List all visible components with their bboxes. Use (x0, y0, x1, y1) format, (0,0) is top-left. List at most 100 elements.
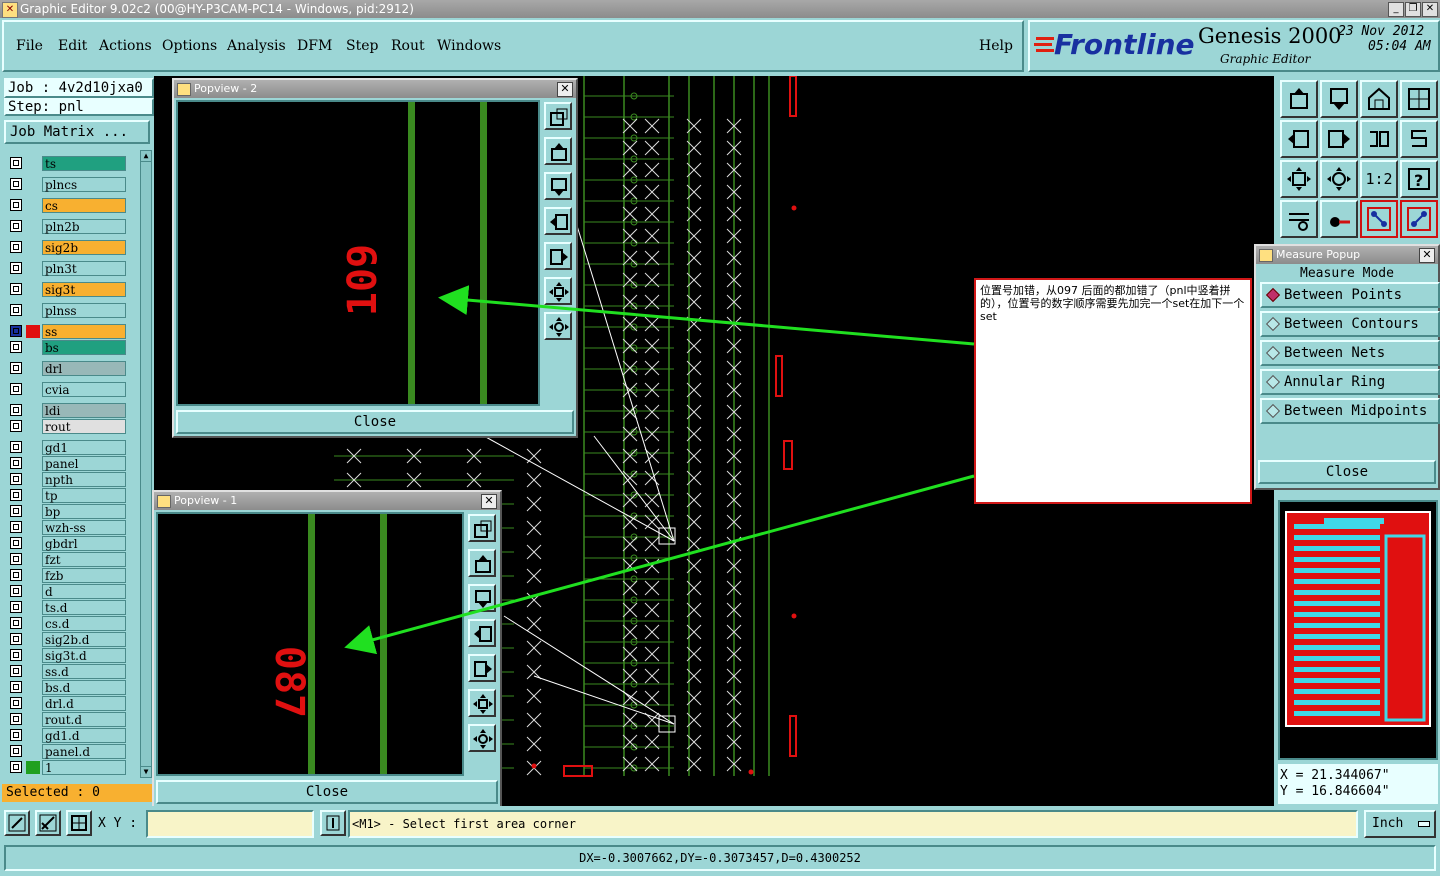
layer-row-1[interactable]: 1 (8, 760, 128, 775)
layer-row-drl[interactable]: drl (8, 361, 128, 376)
measure-close-icon[interactable]: ✕ (1419, 248, 1435, 263)
zoom-center-icon[interactable] (468, 724, 496, 752)
layer-row-fzt[interactable]: fzt (8, 552, 128, 567)
pan-left-icon[interactable] (468, 619, 496, 647)
layer-checkbox[interactable] (10, 325, 22, 337)
menu-file[interactable]: File (16, 38, 43, 54)
scroll-down-icon[interactable]: ▼ (141, 766, 151, 777)
layer-checkbox[interactable] (10, 241, 22, 253)
layer-checkbox[interactable] (10, 220, 22, 232)
layer-row-cs[interactable]: cs (8, 198, 128, 213)
layer-row-gd1-d[interactable]: gd1.d (8, 728, 128, 743)
layer-checkbox[interactable] (10, 341, 22, 353)
scroll-up-icon[interactable]: ▲ (141, 151, 151, 162)
layer-checkbox[interactable] (10, 665, 22, 677)
layer-checkbox[interactable] (10, 729, 22, 741)
layer-checkbox[interactable] (10, 304, 22, 316)
home-icon[interactable] (1360, 80, 1398, 118)
layer-checkbox[interactable] (10, 505, 22, 517)
layer-row-ldi[interactable]: ldi (8, 403, 128, 418)
pan-right-icon[interactable] (468, 654, 496, 682)
menu-dfm[interactable]: DFM (297, 38, 332, 54)
layer-row-cs-d[interactable]: cs.d (8, 616, 128, 631)
menu-step[interactable]: Step (346, 38, 378, 54)
pan-left-icon[interactable] (1280, 120, 1318, 158)
zoom-in-icon[interactable] (544, 102, 572, 130)
units-selector[interactable]: Inch (1364, 810, 1436, 838)
pan-right-icon[interactable] (1320, 120, 1358, 158)
layer-row-fzb[interactable]: fzb (8, 568, 128, 583)
layer-row-panel-d[interactable]: panel.d (8, 744, 128, 759)
mode-annular-ring[interactable]: Annular Ring (1260, 369, 1440, 395)
layer-checkbox[interactable] (10, 681, 22, 693)
layer-checkbox[interactable] (10, 521, 22, 533)
layer-checkbox[interactable] (10, 761, 22, 773)
layer-checkbox[interactable] (10, 745, 22, 757)
net-highlight-icon[interactable] (1360, 200, 1398, 238)
layer-checkbox[interactable] (10, 383, 22, 395)
zoom-fit-icon[interactable] (468, 689, 496, 717)
layer-checkbox[interactable] (10, 157, 22, 169)
layer-checkbox[interactable] (10, 585, 22, 597)
layer-checkbox[interactable] (10, 473, 22, 485)
menu-rout[interactable]: Rout (391, 38, 425, 54)
zoom-fit-icon[interactable] (1280, 160, 1318, 198)
xy-input[interactable] (146, 810, 314, 838)
zoom-center-icon[interactable] (544, 312, 572, 340)
popview-2-close-button[interactable]: Close (176, 410, 574, 434)
snap-grid-icon[interactable] (66, 810, 92, 836)
layer-row-drl-d[interactable]: drl.d (8, 696, 128, 711)
layer-checkbox[interactable] (10, 404, 22, 416)
layer-checkbox[interactable] (10, 489, 22, 501)
mode-between-midpoints[interactable]: Between Midpoints (1260, 398, 1440, 424)
mode-between-nets[interactable]: Between Nets (1260, 340, 1440, 366)
menu-windows[interactable]: Windows (437, 38, 501, 54)
layer-checkbox[interactable] (10, 617, 22, 629)
layer-row-ts[interactable]: ts (8, 156, 128, 171)
scale-button[interactable]: 1:2 (1360, 160, 1398, 198)
net-compare-icon[interactable] (1400, 200, 1438, 238)
layer-row-bs[interactable]: bs (8, 340, 128, 355)
probe-icon[interactable] (1320, 200, 1358, 238)
popview-1-close-button[interactable]: Close (156, 780, 498, 804)
layer-row-ts-d[interactable]: ts.d (8, 600, 128, 615)
layer-row-plncs[interactable]: plncs (8, 177, 128, 192)
pan-down-icon[interactable] (468, 584, 496, 612)
menu-help[interactable]: Help (979, 38, 1013, 54)
zoom-fit-icon[interactable] (544, 277, 572, 305)
zoom-center-icon[interactable] (1320, 160, 1358, 198)
layer-checkbox[interactable] (10, 199, 22, 211)
layer-row-sig3t-d[interactable]: sig3t.d (8, 648, 128, 663)
layer-checkbox[interactable] (10, 697, 22, 709)
flip-icon[interactable] (1400, 120, 1438, 158)
popview-1-view[interactable]: 087 (156, 512, 464, 776)
layer-row-wzh-ss[interactable]: wzh-ss (8, 520, 128, 535)
layer-checkbox[interactable] (10, 553, 22, 565)
minimize-button[interactable]: _ (1388, 2, 1404, 17)
layer-row-ss-d[interactable]: ss.d (8, 664, 128, 679)
layer-row-panel[interactable]: panel (8, 456, 128, 471)
layer-scrollbar[interactable]: ▲ ▼ (140, 150, 152, 778)
help-question-icon[interactable]: ? (1400, 160, 1438, 198)
popview-1-close-icon[interactable]: ✕ (481, 494, 497, 509)
layer-row-ss[interactable]: ss (8, 324, 128, 339)
pan-left-icon[interactable] (544, 207, 572, 235)
layer-row-plnss[interactable]: plnss (8, 303, 128, 318)
layer-row-sig2b[interactable]: sig2b (8, 240, 128, 255)
menu-options[interactable]: Options (162, 38, 217, 54)
layer-checkbox[interactable] (10, 457, 22, 469)
mode-between-points[interactable]: Between Points (1260, 282, 1440, 308)
layer-checkbox[interactable] (10, 537, 22, 549)
layer-checkbox[interactable] (10, 420, 22, 432)
measure-tool-icon[interactable] (35, 810, 61, 836)
layer-row-gbdrl[interactable]: gbdrl (8, 536, 128, 551)
info-icon[interactable] (320, 810, 346, 836)
layer-row-cvia[interactable]: cvia (8, 382, 128, 397)
layer-row-rout-d[interactable]: rout.d (8, 712, 128, 727)
layer-checkbox[interactable] (10, 283, 22, 295)
layer-checkbox[interactable] (10, 649, 22, 661)
popview-2-view[interactable]: 109 (176, 100, 540, 406)
layer-row-tp[interactable]: tp (8, 488, 128, 503)
zoom-in-icon[interactable] (468, 514, 496, 542)
pan-up-icon[interactable] (544, 137, 572, 165)
